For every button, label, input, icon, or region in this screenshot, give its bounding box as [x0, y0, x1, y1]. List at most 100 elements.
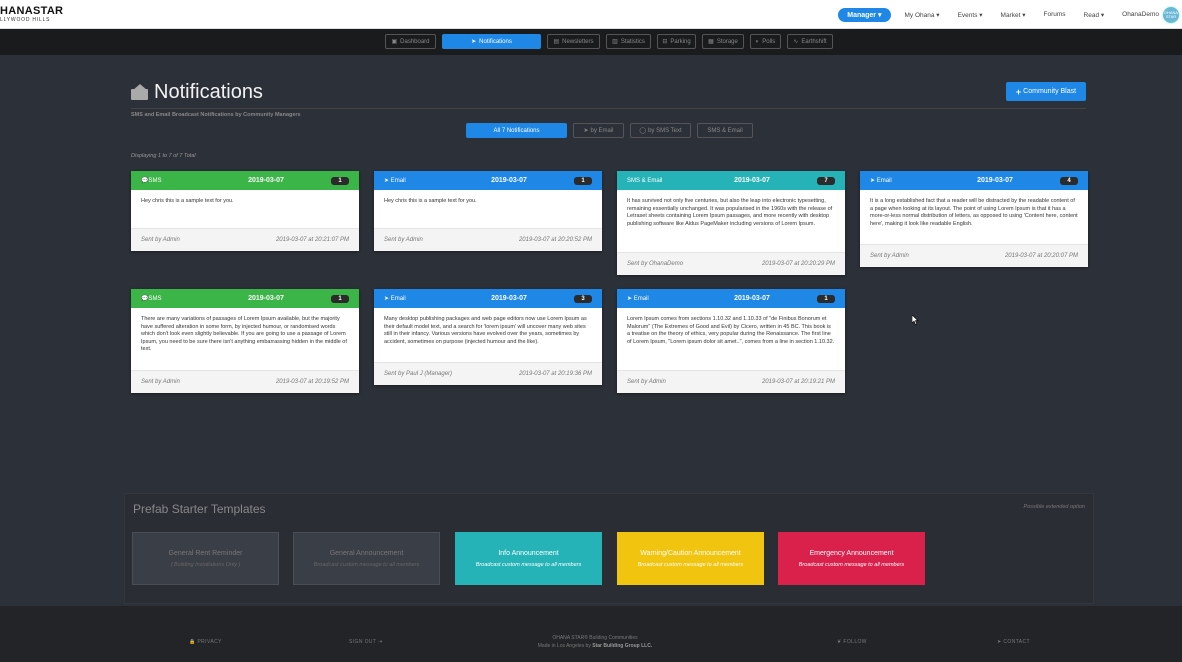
result-count: Displaying 1 to 7 of 7 Total	[131, 153, 196, 159]
card-date: 2019-03-07	[248, 177, 284, 184]
tab-parking[interactable]: ⊟ Parking	[657, 34, 696, 49]
template-desc: ( Building Installations Only )	[170, 561, 241, 568]
card-footer: Sent by Admin 2019-03-07 at 20:20:07 PM	[860, 245, 1088, 267]
filter-sms[interactable]: ◯ by SMS Text	[630, 123, 691, 138]
card-header: ➤ Email 2019-03-07 4	[860, 171, 1088, 190]
avatar[interactable]: OHANA STAR	[1162, 5, 1180, 24]
template-name: Warning/Caution Announcement	[640, 549, 741, 557]
nav-market[interactable]: Market ▾	[1001, 11, 1026, 19]
tab-newsletters[interactable]: ▤ Newsletters	[547, 34, 600, 49]
filter-all[interactable]: All 7 Notifications	[466, 123, 567, 138]
card-timestamp: 2019-03-07 at 20:20:52 PM	[518, 237, 592, 243]
tab-storage[interactable]: ▦ Storage	[702, 34, 744, 49]
page-subtitle: SMS and Email Broadcast Notifications by…	[131, 112, 301, 118]
filter-sms-email[interactable]: SMS & Email	[697, 123, 753, 138]
template-rent-reminder[interactable]: General Rent Reminder ( Building Install…	[132, 532, 279, 585]
nav-read-label: Read	[1083, 11, 1100, 19]
brand-location: LLYWOOD HILLS	[0, 17, 51, 23]
manager-dropdown-button[interactable]: Manager ▾	[838, 7, 891, 22]
tab-earthshift[interactable]: ∿ Earthshift	[787, 34, 833, 49]
card-sender: Sent by Admin	[384, 237, 423, 243]
tab-earthshift-label: Earthshift	[801, 38, 827, 45]
template-info-announcement[interactable]: Info Announcement Broadcast custom messa…	[455, 532, 602, 585]
filter-email[interactable]: ➤ by Email	[573, 123, 624, 138]
nav-forums[interactable]: Forums	[1043, 11, 1065, 18]
tab-polls[interactable]: ◐ Polls	[750, 34, 781, 49]
page-footer: 🔒 PRIVACY SIGN OUT ⇥ OHANA STAR® Buildin…	[0, 606, 1182, 662]
notification-card[interactable]: ➤ Email 2019-03-07 3 Many desktop publis…	[374, 289, 602, 385]
card-message: Many desktop publishing packages and web…	[374, 308, 602, 363]
footer-signout-link[interactable]: SIGN OUT ⇥	[349, 639, 383, 645]
footer-company: Star Building Group LLC.	[592, 643, 653, 649]
templates-title: Prefab Starter Templates	[133, 502, 266, 516]
template-desc: Broadcast custom message to all members	[798, 561, 905, 568]
notification-card[interactable]: 💬SMS 2019-03-07 1 Hey chris this is a sa…	[131, 171, 359, 251]
notification-card[interactable]: ➤ Email 2019-03-07 4 It is a long establ…	[860, 171, 1088, 267]
nav-events-label: Events	[957, 11, 978, 19]
footer-contact-link[interactable]: ➤ CONTACT	[997, 639, 1030, 645]
pulse-icon: ∿	[793, 39, 799, 45]
manager-label: Manager	[847, 11, 877, 19]
template-desc: Broadcast custom message to all members	[313, 561, 420, 568]
send-icon: ➤	[471, 39, 477, 45]
community-blast-label: Community Blast	[1023, 88, 1077, 95]
footer-follow-link[interactable]: ❦ FOLLOW	[837, 639, 867, 645]
send-icon: ➤	[997, 639, 1002, 645]
card-type-label: Email	[390, 296, 406, 302]
recipient-count-badge: 4	[1060, 176, 1078, 185]
card-type-label: Email	[876, 178, 892, 184]
card-sender: Sent by Admin	[870, 253, 909, 259]
card-footer: Sent by Admin 2019-03-07 at 20:21:07 PM	[131, 229, 359, 251]
tab-notifications[interactable]: ➤ Notifications	[442, 34, 541, 49]
nav-read[interactable]: Read ▾	[1084, 11, 1105, 19]
template-emergency-announcement[interactable]: Emergency Announcement Broadcast custom …	[778, 532, 925, 585]
card-timestamp: 2019-03-07 at 20:19:36 PM	[518, 371, 592, 377]
card-header: SMS & Email 2019-03-07 7	[617, 171, 845, 190]
tab-notifications-label: Notifications	[479, 38, 512, 45]
nav-events[interactable]: Events ▾	[958, 11, 983, 19]
nav-forums-label: Forums	[1043, 11, 1066, 18]
card-sender: Sent by Admin	[627, 379, 666, 385]
filter-email-label: by Email	[590, 127, 614, 134]
card-timestamp: 2019-03-07 at 20:19:21 PM	[761, 379, 835, 385]
card-date: 2019-03-07	[491, 295, 527, 302]
send-icon: ➤	[583, 128, 589, 134]
card-type-label: SMS	[148, 178, 162, 184]
footer-signout-label: SIGN OUT	[349, 639, 377, 645]
footer-line2-prefix: Made in Los Angeles by	[537, 643, 591, 649]
template-general-announcement[interactable]: General Announcement Broadcast custom me…	[293, 532, 440, 585]
card-footer: Sent by Paul J (Manager) 2019-03-07 at 20…	[374, 363, 602, 385]
nav-market-label: Market	[1000, 11, 1021, 19]
notification-card[interactable]: SMS & Email 2019-03-07 7 It has survived…	[617, 171, 845, 275]
tab-polls-label: Polls	[762, 38, 776, 45]
card-sender: Sent by Admin	[141, 237, 180, 243]
notification-card[interactable]: ➤ Email 2019-03-07 1 Lorem Ipsum comes f…	[617, 289, 845, 393]
notification-card[interactable]: ➤ Email 2019-03-07 1 Hey chris this is a…	[374, 171, 602, 251]
nav-my-ohana[interactable]: My Ohana ▾	[905, 11, 940, 19]
notification-card[interactable]: 💬SMS 2019-03-07 1 There are many variati…	[131, 289, 359, 393]
twitter-icon: ❦	[837, 639, 842, 645]
user-name[interactable]: OhanaDemo	[1122, 11, 1159, 18]
community-blast-button[interactable]: + Community Blast	[1006, 82, 1086, 101]
template-name: General Announcement	[329, 549, 404, 557]
card-message: Lorem Ipsum comes from sections 1.10.32 …	[617, 308, 845, 371]
tab-statistics[interactable]: ▥ Statistics	[606, 34, 651, 49]
divider	[131, 108, 1086, 109]
send-icon: ➤	[384, 296, 391, 302]
tab-storage-label: Storage	[716, 38, 738, 45]
card-header: 💬SMS 2019-03-07 1	[131, 289, 359, 308]
storage-icon: ▦	[708, 39, 714, 45]
card-date: 2019-03-07	[491, 177, 527, 184]
brand-logo[interactable]: HANASTAR LLYWOOD HILLS	[0, 6, 63, 23]
card-sender: Sent by OhanaDemo	[627, 261, 684, 267]
card-header: 💬SMS 2019-03-07 1	[131, 171, 359, 190]
nav-my-ohana-label: My Ohana	[904, 11, 935, 19]
footer-privacy-link[interactable]: 🔒 PRIVACY	[189, 639, 222, 645]
chart-icon: ▥	[612, 39, 618, 45]
template-warning-announcement[interactable]: Warning/Caution Announcement Broadcast c…	[617, 532, 764, 585]
card-timestamp: 2019-03-07 at 20:20:29 PM	[761, 261, 835, 267]
tab-dashboard[interactable]: ▣ Dashboard	[385, 34, 436, 49]
card-message: There are many variations of passages of…	[131, 308, 359, 371]
comment-icon: ◯	[639, 128, 647, 134]
send-icon: ➤	[384, 178, 391, 184]
